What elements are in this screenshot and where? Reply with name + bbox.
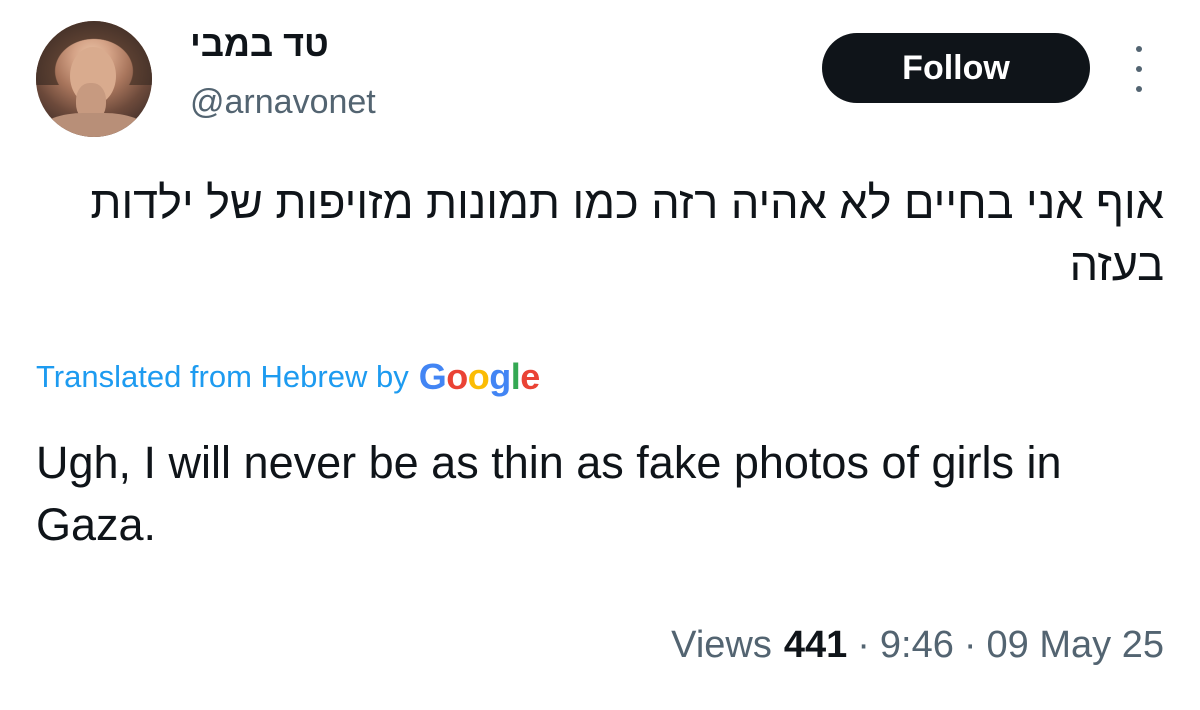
- tweet-text-original: אוף אני בחיים לא אהיה רזה כמו תמונות מזו…: [90, 177, 1164, 290]
- tweet-text-translated: Ugh, I will never be as thin as fake pho…: [36, 437, 1062, 550]
- google-logo: Google: [418, 356, 541, 398]
- meta-separator: ·: [857, 624, 870, 666]
- google-logo-letter: e: [520, 356, 540, 397]
- more-vertical-icon[interactable]: [1128, 46, 1150, 92]
- meta-separator: ·: [963, 624, 977, 666]
- google-logo-letter: o: [467, 356, 490, 397]
- more-dot: [1136, 46, 1142, 52]
- follow-button[interactable]: Follow: [822, 33, 1090, 103]
- avatar[interactable]: [36, 21, 152, 137]
- translation-label[interactable]: Translated from Hebrew by: [36, 359, 409, 395]
- google-logo-letter: g: [489, 356, 511, 397]
- google-logo-letter: G: [418, 356, 447, 397]
- translation-attribution: Translated from Hebrew by Google: [36, 352, 540, 402]
- views-count: 441: [783, 624, 848, 666]
- tweet-date[interactable]: 09 May 25: [987, 624, 1164, 667]
- avatar-shirt: [42, 113, 146, 137]
- google-logo-letter: o: [446, 356, 468, 397]
- author-display-name[interactable]: טד במבי: [190, 22, 329, 66]
- author-handle[interactable]: @arnavonet: [190, 80, 376, 124]
- tweet-time[interactable]: 9:46: [880, 624, 954, 667]
- views-label: Views: [671, 624, 772, 666]
- google-logo-letter: l: [510, 356, 521, 397]
- more-dot: [1136, 66, 1142, 72]
- tweet-meta: Views 441 · 9:46 · 09 May 25: [671, 624, 1164, 667]
- more-dot: [1136, 86, 1142, 92]
